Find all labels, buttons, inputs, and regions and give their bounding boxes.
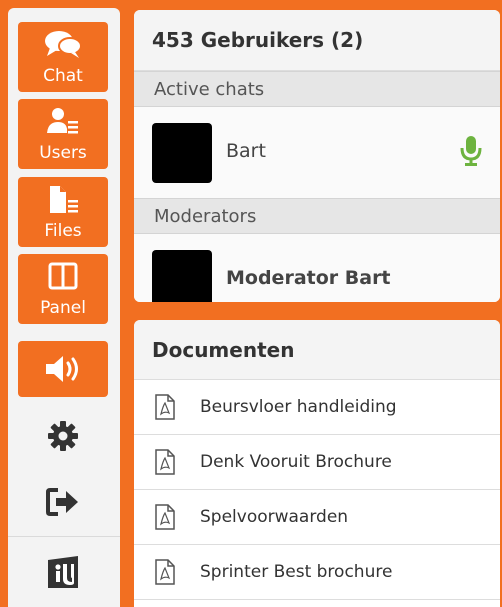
document-name: Beursvloer handleiding	[200, 397, 397, 417]
sidebar-item-label: Files	[44, 221, 82, 241]
section-moderators: Moderators	[134, 198, 500, 234]
users-panel-title: 453 Gebruikers (2)	[134, 10, 500, 71]
section-active-chats: Active chats	[134, 71, 500, 107]
speaker-icon	[18, 354, 108, 384]
document-item[interactable]: Denk Vooruit Brochure	[134, 435, 500, 490]
document-item[interactable]: Beursvloer handleiding	[134, 380, 500, 435]
sidebar-item-panel[interactable]: Panel	[18, 254, 108, 324]
documents-panel-title: Documenten	[134, 320, 500, 380]
pdf-file-icon	[154, 449, 176, 475]
sidebar-item-files[interactable]: Files	[18, 177, 108, 247]
sidebar-item-label: Chat	[43, 66, 83, 86]
files-icon	[18, 185, 108, 215]
users-panel: 453 Gebruikers (2) Active chats Bart Mod…	[134, 10, 500, 302]
settings-button[interactable]	[18, 410, 108, 466]
user-row-bart[interactable]: Bart	[134, 107, 500, 198]
user-name: Bart	[226, 140, 266, 162]
gear-icon	[47, 420, 79, 456]
user-name: Moderator Bart	[226, 267, 391, 289]
panel-icon	[18, 262, 108, 292]
document-name: Spelvoorwaarden	[200, 507, 349, 527]
document-name: Denk Vooruit Brochure	[200, 452, 392, 472]
document-item[interactable]: Sprinter Best brochure	[134, 545, 500, 600]
chat-icon	[18, 30, 108, 60]
pdf-file-icon	[154, 504, 176, 530]
document-item[interactable]: Spelvoorwaarden	[134, 490, 500, 545]
brand-logo[interactable]	[18, 546, 108, 602]
logout-button[interactable]	[18, 476, 108, 532]
pdf-file-icon	[154, 394, 176, 420]
sidebar-divider	[8, 536, 120, 537]
avatar	[152, 123, 212, 183]
avatar	[152, 250, 212, 302]
sidebar-item-label: Users	[39, 143, 87, 163]
documents-panel: Documenten Beursvloer handleiding Denk V…	[134, 320, 500, 607]
microphone-icon	[460, 135, 482, 167]
users-icon	[18, 107, 108, 137]
document-name: Sprinter Best brochure	[200, 562, 393, 582]
sidebar-item-users[interactable]: Users	[18, 99, 108, 169]
logout-icon	[46, 488, 80, 520]
user-row-moderator-bart[interactable]: Moderator Bart	[134, 234, 500, 302]
pdf-file-icon	[154, 559, 176, 585]
sidebar-item-chat[interactable]: Chat	[18, 22, 108, 92]
sidebar-item-label: Panel	[40, 298, 86, 318]
brand-logo-icon	[46, 554, 80, 594]
sound-toggle-button[interactable]	[18, 341, 108, 397]
sidebar: Chat Users Files Panel	[8, 8, 120, 607]
